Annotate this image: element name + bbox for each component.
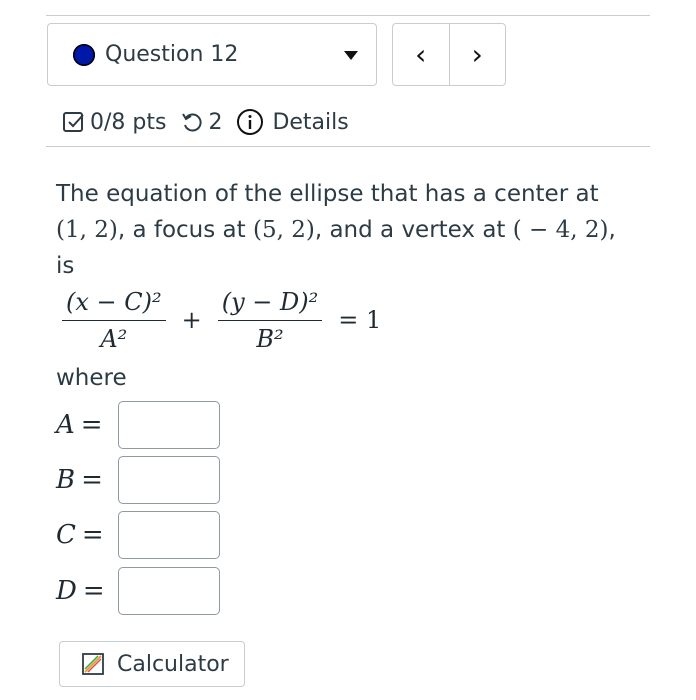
points-text: 0/8 pts xyxy=(90,109,167,135)
fraction-x: (x − C)² A² xyxy=(62,288,166,353)
prompt-text-3: , and a vertex at xyxy=(314,217,513,243)
caret-down-icon xyxy=(344,51,358,60)
details-link[interactable]: Details xyxy=(272,110,348,135)
prompt-text-5: is xyxy=(56,253,75,279)
header-divider xyxy=(46,146,650,147)
answer-row-d: D = xyxy=(56,566,220,616)
answer-label-c: C = xyxy=(56,520,104,550)
answer-input-b[interactable] xyxy=(118,456,220,504)
answer-input-c[interactable] xyxy=(118,511,220,559)
checkbox-icon xyxy=(62,110,86,134)
question-meta: 0/8 pts 2 Details xyxy=(62,106,349,138)
retry-icon[interactable] xyxy=(180,110,204,134)
answer-label-d: D = xyxy=(56,576,105,606)
answer-label-b: B = xyxy=(56,465,103,495)
prompt-text-1: The equation of the ellipse that has a c… xyxy=(56,181,599,207)
center-point: (1, 2) xyxy=(56,217,118,243)
answer-row-b: B = xyxy=(56,455,220,505)
top-divider xyxy=(46,15,650,16)
prompt-text-4: , xyxy=(608,217,616,243)
fraction-x-numerator: (x − C)² xyxy=(62,288,166,321)
equals-one: = 1 xyxy=(338,306,382,334)
question-prompt: The equation of the ellipse that has a c… xyxy=(56,176,656,284)
prompt-text-2: , a focus at xyxy=(117,217,253,243)
focus-point: (5, 2) xyxy=(252,217,315,243)
ellipse-equation: (x − C)² A² + (y − D)² B² = 1 xyxy=(56,280,391,360)
info-icon[interactable] xyxy=(236,108,264,136)
question-nav: ‹ › xyxy=(392,23,506,86)
answer-row-a: A = xyxy=(56,400,220,450)
answer-input-d[interactable] xyxy=(118,567,220,615)
next-question-button[interactable]: › xyxy=(450,24,506,85)
where-text: where xyxy=(56,365,127,391)
prev-question-button[interactable]: ‹ xyxy=(393,24,450,85)
vertex-point: ( − 4, 2) xyxy=(512,217,609,243)
question-select[interactable]: Question 12 xyxy=(47,23,377,86)
fraction-y-numerator: (y − D)² xyxy=(217,288,323,321)
calculator-button[interactable]: Calculator xyxy=(59,641,245,687)
status-dot-icon xyxy=(73,43,95,66)
calculator-label: Calculator xyxy=(117,651,229,677)
answer-label-a: A = xyxy=(56,410,103,440)
chevron-right-icon: › xyxy=(471,38,483,71)
answer-row-c: C = xyxy=(56,510,220,560)
fraction-y: (y − D)² B² xyxy=(217,288,323,353)
attempts-count: 2 xyxy=(208,109,223,135)
calculator-icon xyxy=(81,652,105,676)
fraction-y-denominator: B² xyxy=(256,324,284,353)
chevron-left-icon: ‹ xyxy=(415,38,427,71)
fraction-x-denominator: A² xyxy=(100,324,128,353)
plus-sign: + xyxy=(181,306,202,334)
question-label: Question 12 xyxy=(105,42,239,67)
answer-input-a[interactable] xyxy=(118,401,220,449)
